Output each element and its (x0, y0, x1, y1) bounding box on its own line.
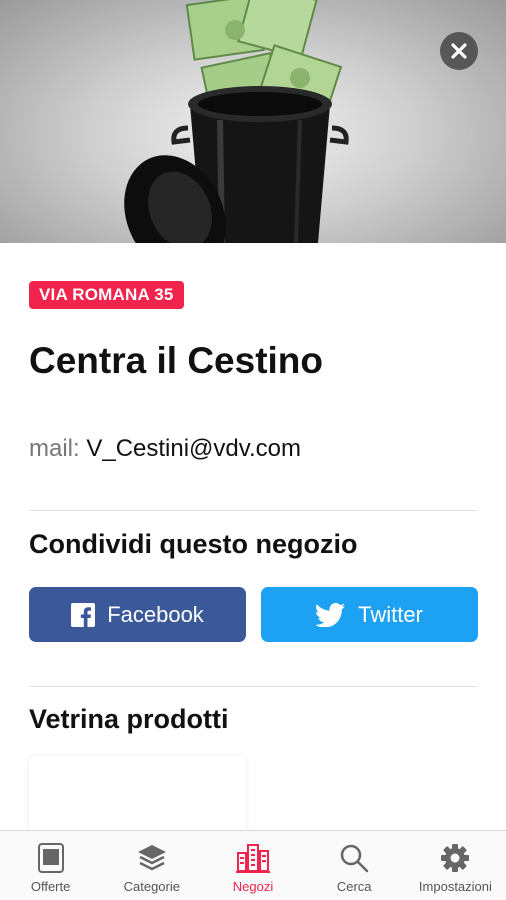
tab-categorie[interactable]: Categorie (101, 831, 202, 900)
mail-row: mail: V_Cestini@vdv.com (29, 435, 301, 463)
bottom-tab-bar: Offerte Categorie Negozi Cerca Impostazi… (0, 830, 506, 900)
tab-label: Cerca (336, 879, 372, 894)
divider (29, 510, 478, 511)
tab-label: Categorie (123, 879, 180, 894)
facebook-icon (71, 602, 96, 627)
facebook-share-button[interactable]: Facebook (29, 587, 246, 642)
tab-label: Impostazioni (418, 879, 492, 894)
address-badge: VIA ROMANA 35 (29, 281, 184, 309)
showcase-section-title: Vetrina prodotti (29, 704, 229, 734)
tab-cerca[interactable]: Cerca (304, 831, 405, 900)
twitter-icon (316, 602, 346, 627)
divider (29, 686, 478, 687)
offers-icon (34, 841, 68, 875)
tab-negozi[interactable]: Negozi (202, 831, 303, 900)
mail-label: mail: (29, 435, 80, 462)
store-name: Centra il Cestino (29, 340, 323, 381)
layers-icon (135, 841, 169, 875)
twitter-label: Twitter (358, 601, 423, 627)
tab-impostazioni[interactable]: Impostazioni (405, 831, 506, 900)
twitter-share-button[interactable]: Twitter (261, 587, 478, 642)
product-card[interactable] (29, 756, 246, 836)
close-icon (451, 43, 467, 59)
facebook-label: Facebook (107, 601, 204, 627)
close-button[interactable] (440, 32, 478, 70)
tab-label: Offerte (30, 879, 71, 894)
share-section-title: Condividi questo negozio (29, 529, 358, 559)
search-icon (337, 841, 371, 875)
trash-can-money-illustration (124, 0, 349, 243)
mail-value[interactable]: V_Cestini@vdv.com (86, 435, 301, 462)
tab-label: Negozi (232, 879, 274, 894)
hero-image (0, 0, 506, 243)
stores-icon (236, 841, 270, 875)
gear-icon (438, 841, 472, 875)
tab-offerte[interactable]: Offerte (0, 831, 101, 900)
